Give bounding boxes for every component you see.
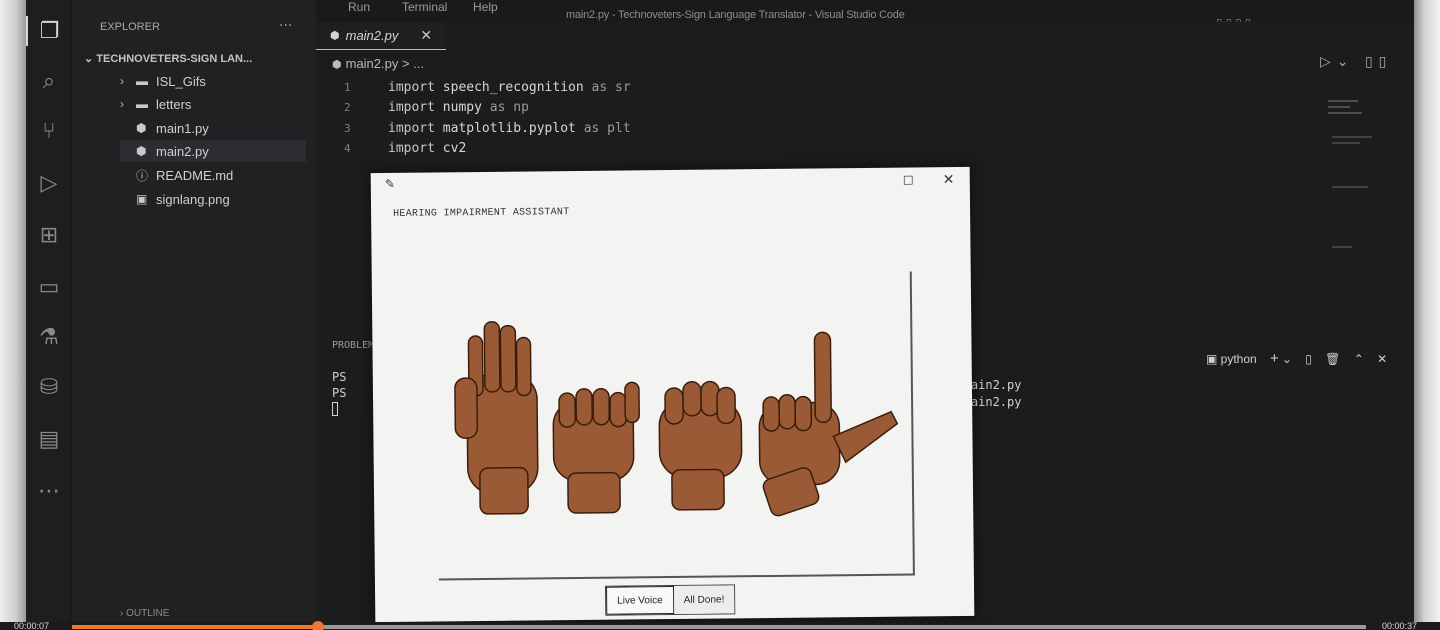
notebook-icon[interactable]: ▤ — [34, 424, 64, 454]
monitor-screen: Run Terminal Help main2.py - Technoveter… — [26, 0, 1414, 622]
tab-main2[interactable]: ⬢ main2.py ✕ — [316, 22, 446, 50]
trash-icon[interactable]: 🗑 — [1325, 352, 1340, 366]
sign-hand-b — [552, 381, 640, 514]
tree-item-label: letters — [156, 96, 192, 112]
python-file-icon: ⬢ — [330, 30, 340, 42]
remote-explorer-icon[interactable]: ▭ — [34, 272, 64, 302]
chevron-up-icon[interactable]: ⌃ — [1354, 352, 1364, 366]
python-file-icon: ⬢ — [136, 144, 147, 158]
project-root[interactable]: ⌄ TECHNOVETERS-SIGN LAN... — [84, 52, 252, 65]
terminal-toolbar: ▣ python + ⌄ ▯ 🗑 ⌃ ✕ — [1206, 350, 1387, 367]
source-control-icon[interactable]: ⑂ — [34, 116, 64, 146]
terminal-prompt: PS — [332, 370, 347, 384]
maximize-icon[interactable]: ☐ — [903, 173, 914, 187]
close-icon[interactable]: ✕ — [420, 27, 432, 44]
monitor-bezel-left — [0, 0, 26, 630]
terminal-icon: ▣ — [1206, 352, 1221, 366]
more-views-icon[interactable]: ⋯ — [34, 476, 64, 506]
terminal-shell-label[interactable]: python — [1221, 352, 1257, 366]
assistant-window: ✎ ☐ ✕ HEARING IMPAIRMENT ASSISTANT Live … — [370, 166, 975, 622]
menu-terminal[interactable]: Terminal — [402, 0, 447, 14]
testing-icon[interactable]: ⚗ — [34, 322, 64, 352]
monitor-bezel-right — [1414, 0, 1440, 630]
run-python-file-icon[interactable]: ▷⌄ ▯▯ — [1320, 54, 1392, 70]
extensions-icon[interactable]: ⊞ — [34, 220, 64, 250]
explorer-icon[interactable]: ❐ — [26, 16, 71, 46]
feather-icon: ✎ — [384, 176, 395, 192]
sign-hand-c — [658, 380, 743, 511]
explorer-title: EXPLORER — [100, 21, 160, 33]
split-terminal-icon[interactable]: ▯ — [1305, 352, 1312, 366]
menu-help[interactable]: Help — [473, 0, 498, 14]
python-file-icon: ⬢ — [332, 59, 342, 71]
chevron-right-icon: › — [120, 97, 124, 111]
tree-item-label: main1.py — [156, 120, 209, 136]
explorer-more-icon[interactable]: ··· — [279, 18, 292, 34]
code-line[interactable]: 3 import matplotlib.pyplot as plt — [344, 121, 631, 141]
chevron-down-icon[interactable]: ⌄ — [1282, 352, 1292, 366]
code-line[interactable]: 1 import speech_recognition as sr — [344, 80, 631, 100]
image-file-icon: ▣ — [136, 192, 148, 206]
tree-item-main2[interactable]: ⬢ main2.py — [120, 140, 306, 162]
menu-run[interactable]: Run — [348, 0, 370, 14]
tree-item-label: signlang.png — [156, 191, 230, 207]
outline-section[interactable]: › OUTLINE — [120, 608, 169, 619]
current-time: 00:00:07 — [14, 621, 50, 630]
live-voice-button[interactable]: Live Voice — [606, 585, 674, 615]
tree-item-signlang[interactable]: ▣ signlang.png — [120, 188, 360, 210]
chevron-down-icon: ⌄ — [84, 53, 97, 65]
activity-bar: ❐ ⌕ ⑂ ▷ ⊞ ▭ ⚗ ⛁ ▤ ⋯ — [26, 0, 71, 622]
breadcrumb[interactable]: ⬢ main2.py > ... — [332, 56, 424, 71]
sign-hand-a — [454, 321, 539, 515]
terminal-cursor — [332, 402, 338, 416]
close-icon[interactable]: ✕ — [943, 172, 955, 188]
code-line[interactable]: 4 import cv2 — [344, 141, 466, 161]
popup-title-bar[interactable]: ✎ ☐ ✕ — [371, 167, 970, 203]
outline-label: OUTLINE — [126, 608, 170, 619]
tree-item-label: ISL_Gifs — [156, 73, 206, 89]
tree-item-isl-gifs[interactable]: › ▬ ISL_Gifs — [120, 70, 360, 92]
add-terminal-icon[interactable]: + — [1270, 350, 1279, 367]
total-time: 00:00:37 — [1382, 621, 1418, 630]
terminal-prompt: PS — [332, 386, 347, 400]
editor-tab-bar — [316, 22, 1414, 50]
tree-item-readme[interactable]: ⓘ README.md — [120, 164, 360, 186]
run-debug-icon[interactable]: ▷ — [34, 168, 64, 198]
tree-item-label: README.md — [156, 167, 234, 183]
popup-button-bar: Live Voice All Done! — [604, 584, 736, 616]
tab-label: main2.py — [345, 28, 399, 43]
python-file-icon: ⬢ — [136, 121, 147, 135]
database-icon[interactable]: ⛁ — [34, 372, 64, 402]
sign-hand-l — [758, 331, 899, 517]
project-name: TECHNOVETERS-SIGN LAN... — [96, 53, 253, 65]
sign-language-hands — [454, 321, 899, 517]
window-title: main2.py - Technoveters-Sign Language Tr… — [566, 9, 905, 21]
code-line[interactable]: 2 import numpy as np — [344, 100, 529, 120]
tree-item-label: main2.py — [156, 143, 209, 159]
all-done-button[interactable]: All Done! — [673, 585, 735, 614]
assistant-heading: HEARING IMPAIRMENT ASSISTANT — [393, 207, 570, 220]
close-panel-icon[interactable]: ✕ — [1377, 352, 1387, 366]
info-icon: ⓘ — [136, 168, 149, 183]
tree-item-main1[interactable]: ⬢ main1.py — [120, 117, 360, 139]
progress-knob[interactable] — [311, 621, 324, 630]
breadcrumb-text: main2.py > ... — [345, 56, 425, 71]
chevron-right-icon: › — [120, 74, 124, 88]
minimap[interactable] — [1326, 96, 1386, 276]
search-icon[interactable]: ⌕ — [34, 66, 64, 96]
tree-item-letters[interactable]: › ▬ letters — [120, 93, 360, 115]
folder-icon: ▬ — [136, 97, 148, 111]
folder-icon: ▬ — [136, 74, 148, 88]
progress-fill — [72, 625, 318, 629]
